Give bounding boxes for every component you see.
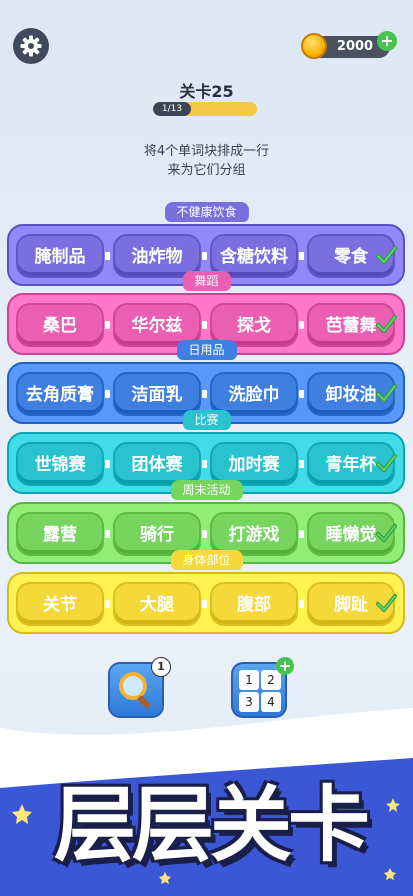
word-tile[interactable]: 去角质膏 — [16, 372, 104, 416]
coin-count: 2000 — [336, 39, 374, 54]
category-row: 关节 大腿 腹部 脚趾 — [7, 572, 405, 634]
category-label: 身体部位 — [170, 550, 243, 570]
tile-link-dot — [202, 321, 207, 329]
instruction-line-1: 将4个单词块排成一行 — [143, 144, 270, 159]
tile-link-dot — [299, 530, 304, 538]
hint-count-badge: 1 — [151, 657, 171, 677]
level-title: 关卡25 — [179, 82, 234, 101]
word-tile[interactable]: 桑巴 — [16, 303, 104, 347]
category-label: 比赛 — [182, 410, 231, 430]
checkmark-icon — [376, 315, 397, 333]
shuffle-add-badge: + — [276, 657, 294, 675]
tile-link-dot — [299, 390, 304, 398]
word-tile[interactable]: 世锦赛 — [16, 442, 104, 486]
tile-link-dot — [105, 600, 110, 608]
tile-link-dot — [105, 530, 110, 538]
word-tile[interactable]: 大腿 — [113, 582, 201, 626]
checkmark-icon — [376, 454, 397, 472]
tile-link-dot — [202, 390, 207, 398]
add-coins-button[interactable]: + — [377, 31, 397, 51]
tile-link-dot — [105, 390, 110, 398]
tile-link-dot — [202, 600, 207, 608]
promo-title-text: 层层关卡 — [53, 778, 370, 873]
checkmark-icon — [376, 524, 397, 542]
tile-link-dot — [299, 460, 304, 468]
progress-text: 1/13 — [161, 104, 183, 114]
tile-link-dot — [202, 460, 207, 468]
tile-link-dot — [299, 321, 304, 329]
checkmark-icon — [376, 594, 397, 612]
checkmark-icon — [376, 246, 397, 264]
tile-link-dot — [299, 600, 304, 608]
number-tiles-icon: 1 2 3 4 — [239, 670, 281, 712]
tile-link-dot — [105, 460, 110, 468]
category-label: 日用品 — [176, 340, 237, 360]
instruction-line-2: 来为它们分组 — [167, 163, 246, 178]
settings-button[interactable] — [13, 28, 49, 64]
word-tile[interactable]: 露营 — [16, 512, 104, 556]
word-tile[interactable]: 关节 — [16, 582, 104, 626]
category-label: 不健康饮食 — [164, 202, 249, 222]
category-label: 周末活动 — [170, 480, 243, 500]
word-tile[interactable]: 腹部 — [210, 582, 298, 626]
tile-link-dot — [202, 252, 207, 260]
instruction-text: 将4个单词块排成一行 来为它们分组 — [0, 142, 413, 180]
tile-link-dot — [202, 530, 207, 538]
tile-digit: 2 — [261, 670, 281, 690]
gear-icon — [20, 35, 42, 57]
tile-link-dot — [105, 321, 110, 329]
gold-coin-icon — [301, 33, 327, 59]
tile-link-dot — [105, 252, 110, 260]
tile-digit: 1 — [239, 670, 259, 690]
category-label: 舞蹈 — [182, 271, 231, 291]
tile-link-dot — [299, 252, 304, 260]
word-tile[interactable]: 腌制品 — [16, 234, 104, 278]
checkmark-icon — [376, 384, 397, 402]
promo-title: 层层关卡 — [0, 768, 413, 888]
